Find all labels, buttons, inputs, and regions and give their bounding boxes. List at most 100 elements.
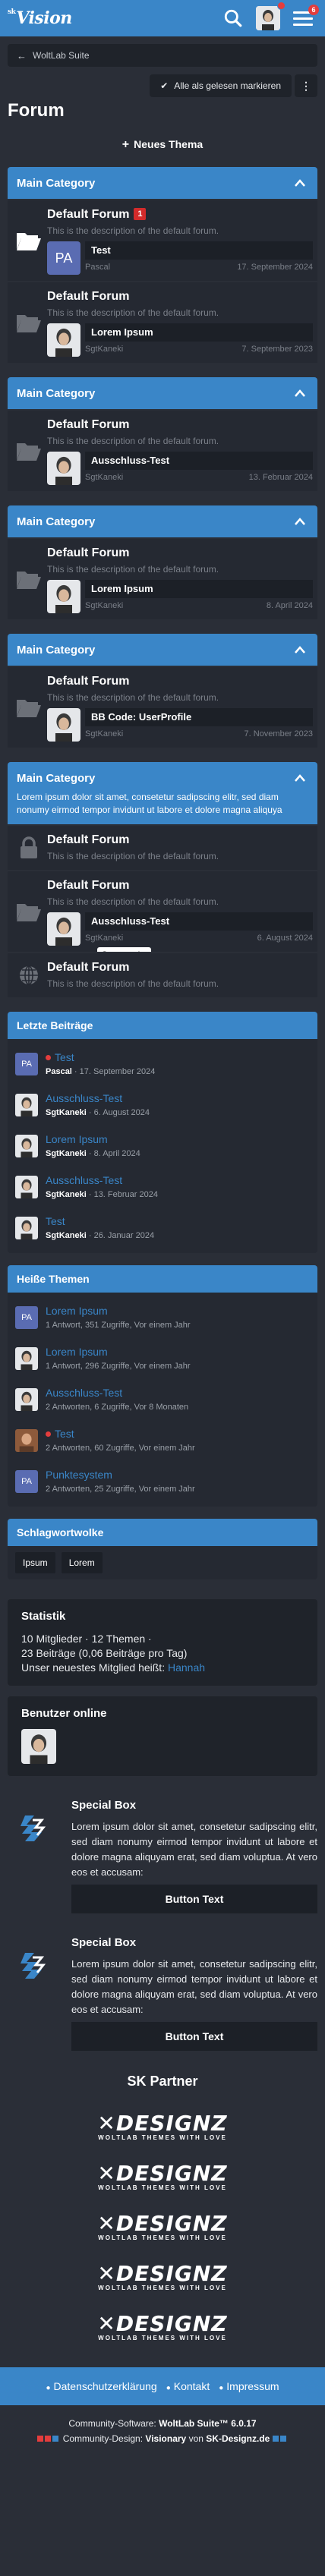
avatar[interactable]: PA <box>15 1306 38 1329</box>
last-post-author[interactable]: SgtKaneki <box>85 931 123 946</box>
post-link[interactable]: Lorem Ipsum <box>46 1132 140 1146</box>
footer-link-contact[interactable]: ● Kontakt <box>166 2380 210 2392</box>
avatar[interactable] <box>47 580 80 613</box>
avatar[interactable] <box>47 708 80 742</box>
avatar[interactable] <box>47 323 80 357</box>
menu-button[interactable]: 6 <box>289 4 319 33</box>
category-title: Main Category <box>17 176 96 190</box>
partner-banner[interactable]: ✕DESIGNZ WOLTLAB THEMES WITH LOVE <box>0 2152 325 2202</box>
board-title[interactable]: Default Forum <box>47 673 313 690</box>
board-title[interactable]: Default Forum 1 <box>47 206 313 223</box>
post-link[interactable]: Test <box>46 1050 155 1064</box>
last-post-author[interactable]: SgtKaneki <box>85 342 123 357</box>
board-title[interactable]: Default Forum <box>47 288 313 305</box>
partner-banner[interactable]: ✕DESIGNZ WOLTLAB THEMES WITH LOVE <box>0 2102 325 2152</box>
board-description: This is the description of the default f… <box>47 851 219 861</box>
last-post: PA Test Pascal 17. September 2024 <box>47 241 313 275</box>
last-post-author[interactable]: SgtKaneki <box>85 598 123 613</box>
board-title[interactable]: Default Forum <box>47 877 313 894</box>
list-item: PA Lorem Ipsum 1 Antwort, 351 Zugriffe, Vo… <box>15 1297 310 1338</box>
avatar[interactable]: PA <box>15 1053 38 1075</box>
category-header[interactable]: Main Category <box>8 377 317 409</box>
chevron-up-icon[interactable] <box>292 641 308 658</box>
post-link[interactable]: Ausschluss-Test <box>46 1173 158 1187</box>
more-options-button[interactable]: ⋮ <box>295 74 317 97</box>
newest-member-link[interactable]: Hannah <box>168 1661 205 1674</box>
category-header[interactable]: Main Category <box>8 505 317 537</box>
topic-link[interactable]: Test <box>46 1427 195 1441</box>
folder-icon <box>11 877 47 946</box>
special-box-button[interactable]: Button Text <box>71 1885 317 1913</box>
sk-logo-icon <box>8 1799 61 1913</box>
footer-link-imprint[interactable]: ● Impressum <box>219 2380 279 2392</box>
last-post-title[interactable]: Test <box>85 241 313 260</box>
user-avatar-button[interactable] <box>254 2 286 33</box>
last-post-title[interactable]: BB Code: UserProfile <box>85 708 313 726</box>
category-description: Lorem ipsum dolor sit amet, consetetur s… <box>17 792 282 815</box>
board-title[interactable]: Default Forum <box>47 417 313 433</box>
board-title[interactable]: Default Forum <box>47 959 313 976</box>
category-header[interactable]: Main Category <box>8 634 317 666</box>
chevron-up-icon[interactable] <box>292 513 308 530</box>
category-title: Main Category <box>17 515 96 528</box>
vendor-link[interactable]: SK-Designz.de <box>206 2433 270 2444</box>
special-box-title: Special Box <box>71 1799 137 1812</box>
tag-lorem[interactable]: Lorem <box>61 1552 103 1573</box>
tag-ipsum[interactable]: Ipsum <box>15 1552 55 1573</box>
last-post-author[interactable]: Pascal <box>85 260 110 275</box>
post-link[interactable]: Ausschluss-Test <box>46 1091 150 1105</box>
last-post-author[interactable]: SgtKaneki <box>85 470 123 485</box>
avatar[interactable] <box>15 1176 38 1198</box>
topic-link[interactable]: Punktesystem <box>46 1468 195 1482</box>
footer-link-privacy[interactable]: ● Datenschutzerklärung <box>46 2380 156 2392</box>
post-link[interactable]: Test <box>46 1214 154 1228</box>
partner-banner[interactable]: ✕DESIGNZ WOLTLAB THEMES WITH LOVE <box>0 2302 325 2352</box>
partner-list: ✕DESIGNZ WOLTLAB THEMES WITH LOVE ✕DESIGNZ… <box>0 2102 325 2352</box>
special-box-text: Lorem ipsum dolor sit amet, consetetur s… <box>71 1958 317 2015</box>
topic-link[interactable]: Lorem Ipsum <box>46 1304 191 1318</box>
board-title[interactable]: Default Forum <box>47 545 313 562</box>
last-post-title[interactable]: Lorem Ipsum <box>85 323 313 342</box>
chevron-up-icon[interactable] <box>292 175 308 191</box>
chevron-up-icon[interactable] <box>292 770 308 786</box>
statistics-panel: Statistik 10 Mitglieder · 12 Themen · 23… <box>8 1599 317 1686</box>
avatar[interactable]: PA <box>15 1470 38 1493</box>
avatar[interactable] <box>15 1217 38 1239</box>
online-user-avatar[interactable] <box>21 1729 56 1764</box>
search-icon[interactable] <box>219 4 248 33</box>
design-link[interactable]: Visionary <box>145 2433 186 2444</box>
partner-banner[interactable]: ✕DESIGNZ WOLTLAB THEMES WITH LOVE <box>0 2252 325 2302</box>
avatar[interactable] <box>15 1094 38 1116</box>
special-box-button[interactable]: Button Text <box>71 2022 317 2051</box>
new-topic-button[interactable]: + Neues Thema <box>0 129 325 159</box>
partner-banner[interactable]: ✕DESIGNZ WOLTLAB THEMES WITH LOVE <box>0 2202 325 2252</box>
chevron-up-icon[interactable] <box>292 385 308 402</box>
last-post-title[interactable]: Lorem Ipsum <box>85 580 313 598</box>
breadcrumb-label: WoltLab Suite <box>33 50 90 61</box>
topic-link[interactable]: Lorem Ipsum <box>46 1345 191 1359</box>
breadcrumb[interactable]: ← WoltLab Suite <box>8 44 317 67</box>
site-logo[interactable]: skVision <box>8 8 72 28</box>
board-title[interactable]: Default Forum <box>47 832 313 849</box>
last-post-title[interactable]: Ausschluss-Test <box>85 452 313 470</box>
avatar[interactable]: PA <box>47 241 80 275</box>
forum-category: Main Category Default Forum This is the de… <box>8 634 317 748</box>
last-post-author[interactable]: SgtKaneki <box>85 726 123 742</box>
category-header[interactable]: Main Category <box>8 167 317 199</box>
avatar[interactable] <box>15 1347 38 1370</box>
software-link[interactable]: WoltLab Suite™ 6.0.17 <box>159 2418 256 2429</box>
topic-link[interactable]: Ausschluss-Test <box>46 1386 188 1400</box>
menu-badge: 6 <box>308 5 319 15</box>
last-post-date: 7. September 2023 <box>241 345 313 354</box>
avatar[interactable] <box>15 1135 38 1157</box>
partner-logo-subtitle: WOLTLAB THEMES WITH LOVE <box>98 2234 227 2241</box>
last-post-title[interactable]: Ausschluss-Test <box>85 912 313 931</box>
avatar[interactable] <box>15 1429 38 1452</box>
mark-all-read-button[interactable]: ✔ Alle als gelesen markieren <box>150 74 292 97</box>
partner-logo-subtitle: WOLTLAB THEMES WITH LOVE <box>98 2334 227 2341</box>
avatar[interactable] <box>47 912 80 946</box>
category-header[interactable]: Main Category Lorem ipsum dolor sit amet,… <box>8 762 317 824</box>
last-post: BB Code: UserProfile SgtKaneki 7. November… <box>47 708 313 742</box>
avatar[interactable] <box>15 1388 38 1411</box>
avatar[interactable] <box>47 452 80 485</box>
